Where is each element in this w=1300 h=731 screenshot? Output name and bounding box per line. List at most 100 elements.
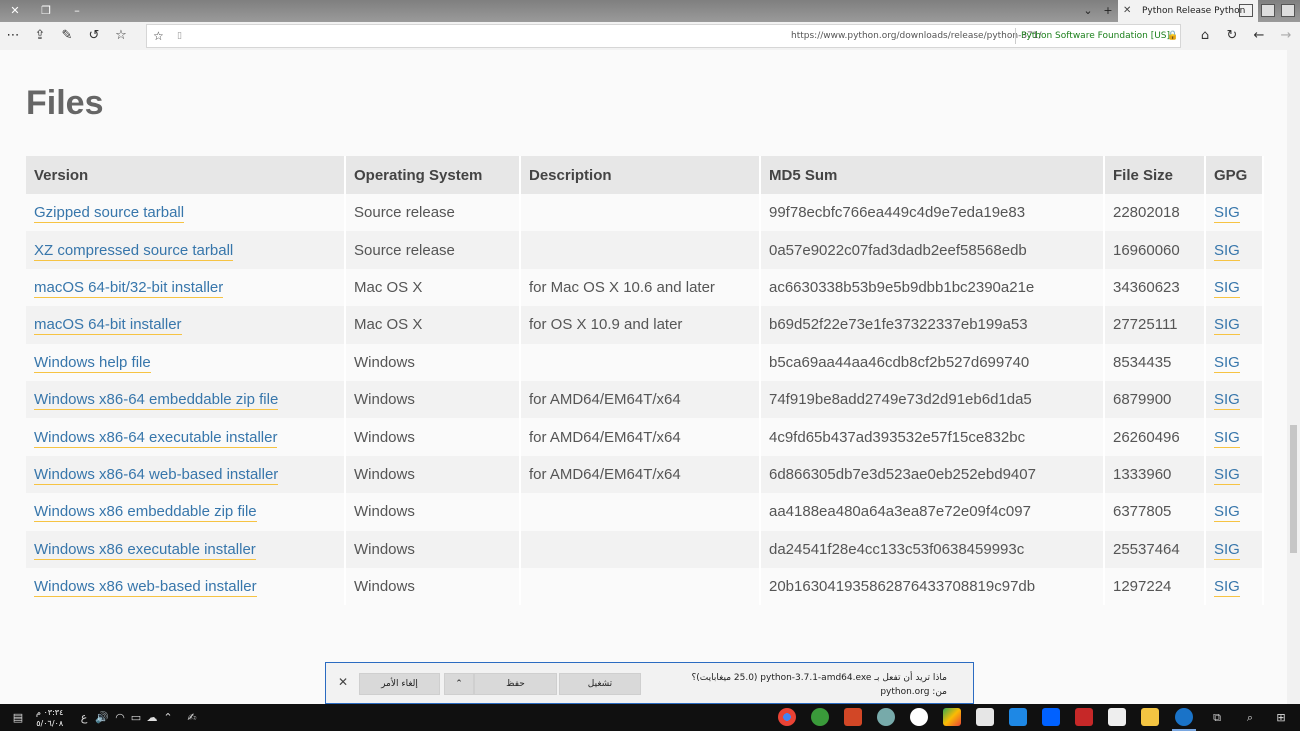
search-icon[interactable]: ⌕	[1242, 710, 1258, 726]
cell-os: Mac OS X	[345, 306, 521, 344]
table-row: Windows x86-64 web-based installer Window…	[26, 455, 1264, 494]
task-view-icon[interactable]: ⧉	[1209, 710, 1225, 726]
powerpoint-icon[interactable]	[844, 708, 862, 726]
sig-link[interactable]: SIG	[1214, 465, 1240, 485]
cell-size: 1333960	[1104, 455, 1206, 494]
share-icon[interactable]: ⇪	[31, 27, 49, 45]
minimize-icon[interactable]: –	[69, 3, 85, 19]
app-diamond-icon[interactable]	[943, 708, 961, 726]
save-button[interactable]: حفظ	[474, 673, 557, 695]
pen-icon[interactable]: ✍	[184, 710, 200, 726]
download-link[interactable]: Gzipped source tarball	[34, 204, 185, 224]
sig-link[interactable]: SIG	[1214, 391, 1240, 411]
tabs-aside-icon[interactable]	[1281, 4, 1295, 17]
cell-size: 8534435	[1104, 343, 1206, 381]
download-link[interactable]: macOS 64-bit installer	[34, 316, 182, 336]
home-icon[interactable]: ⌂	[1196, 27, 1214, 45]
certificate-label[interactable]: Python Software Foundation [US]	[1021, 25, 1170, 47]
download-link[interactable]: Windows x86-64 embeddable zip file	[34, 391, 279, 411]
download-prompt: ✕ إلغاء الأمر ⌃ حفظ تشغيل ماذا تريد أن ت…	[325, 662, 974, 704]
notes-icon[interactable]: ✎	[58, 27, 76, 45]
sig-link[interactable]: SIG	[1214, 316, 1240, 336]
cell-version: Windows help file	[26, 343, 346, 381]
file-explorer-icon[interactable]	[1141, 708, 1159, 726]
battery-icon[interactable]: ▭	[128, 710, 144, 726]
sig-link[interactable]: SIG	[1214, 428, 1240, 448]
cell-size: 6377805	[1104, 493, 1206, 531]
back-icon[interactable]: ←	[1250, 27, 1268, 45]
onedrive-icon[interactable]: ☁	[144, 710, 160, 726]
clock[interactable]: ٠٣:٣٤ م ٥/٠٦/٠٨	[36, 707, 63, 729]
cell-os: Windows	[345, 530, 521, 568]
new-tab-icon[interactable]: +	[1100, 3, 1116, 19]
download-link[interactable]: Windows x86 executable installer	[34, 540, 256, 560]
cell-os: Source release	[345, 231, 521, 269]
start-icon[interactable]: ⊞	[1273, 710, 1289, 726]
download-link[interactable]: macOS 64-bit/32-bit installer	[34, 278, 224, 298]
cancel-button[interactable]: إلغاء الأمر	[359, 673, 440, 695]
favorites-icon[interactable]: ☆	[112, 27, 130, 45]
cell-version: Windows x86 executable installer	[26, 530, 346, 568]
clock-time: ٠٣:٣٤ م	[36, 708, 64, 717]
cell-version: Windows x86 embeddable zip file	[26, 493, 346, 531]
app-bird-icon[interactable]	[877, 708, 895, 726]
cell-description: for Mac OS X 10.6 and later	[520, 268, 761, 307]
page-scrollbar[interactable]	[1287, 50, 1300, 704]
app-red-icon[interactable]	[1075, 708, 1093, 726]
more-icon[interactable]: ⋯	[4, 27, 22, 45]
volume-icon[interactable]: 🔊	[94, 710, 110, 726]
app-colorful-icon[interactable]	[910, 708, 928, 726]
cell-version: macOS 64-bit/32-bit installer	[26, 268, 346, 307]
chrome-icon[interactable]	[778, 708, 796, 726]
tab-list-icon[interactable]: ⌄	[1080, 3, 1096, 19]
sig-link[interactable]: SIG	[1214, 540, 1240, 560]
download-link[interactable]: Windows x86 embeddable zip file	[34, 503, 257, 523]
favorite-star-icon[interactable]: ☆	[153, 25, 164, 47]
sig-link[interactable]: SIG	[1214, 204, 1240, 224]
run-button[interactable]: تشغيل	[559, 673, 641, 695]
tab-preview-icon[interactable]	[1239, 4, 1253, 17]
sig-link[interactable]: SIG	[1214, 241, 1240, 261]
download-link[interactable]: Windows help file	[34, 353, 151, 373]
download-link[interactable]: Windows x86-64 web-based installer	[34, 465, 279, 485]
app-green-icon[interactable]	[811, 708, 829, 726]
wifi-icon[interactable]: ◠	[112, 710, 128, 726]
download-source: من: python.org	[880, 687, 947, 697]
notifications-icon[interactable]: ▤	[10, 710, 26, 726]
input-language[interactable]: ع	[76, 710, 92, 726]
set-aside-tabs-icon[interactable]	[1261, 4, 1275, 17]
history-icon[interactable]: ↺	[85, 27, 103, 45]
cell-size: 27725111	[1104, 306, 1206, 344]
cell-md5: 4c9fd65b437ad393532e57f15ce832bc	[760, 418, 1105, 456]
store-icon[interactable]	[1108, 708, 1126, 726]
lock-icon: 🔒	[1167, 31, 1179, 41]
scrollbar-thumb[interactable]	[1290, 425, 1297, 553]
cell-version: Windows x86 web-based installer	[26, 567, 346, 606]
restore-icon[interactable]: ❐	[38, 3, 54, 19]
sig-link[interactable]: SIG	[1214, 278, 1240, 298]
cell-gpg: SIG	[1205, 380, 1264, 419]
sig-link[interactable]: SIG	[1214, 353, 1240, 373]
download-link[interactable]: Windows x86 web-based installer	[34, 578, 257, 598]
close-icon[interactable]: ✕	[7, 3, 23, 19]
cell-version: Windows x86-64 web-based installer	[26, 455, 346, 494]
mail-icon[interactable]	[976, 708, 994, 726]
cell-description: for OS X 10.9 and later	[520, 306, 761, 344]
show-hidden-icons-icon[interactable]: ⌃	[160, 710, 176, 726]
close-tab-icon[interactable]: ✕	[1123, 0, 1131, 22]
refresh-icon[interactable]: ↻	[1223, 27, 1241, 45]
tab-python-release[interactable]: ✕ Python Release Python	[1118, 0, 1258, 22]
dropbox-icon[interactable]	[1042, 708, 1060, 726]
edge-icon[interactable]	[1175, 708, 1193, 726]
address-bar[interactable]: ☆ ▯ https://www.python.org/downloads/rel…	[146, 24, 1181, 48]
forward-icon[interactable]: →	[1277, 27, 1295, 45]
reading-view-icon[interactable]: ▯	[177, 25, 182, 47]
download-link[interactable]: Windows x86-64 executable installer	[34, 428, 278, 448]
close-icon[interactable]: ✕	[338, 675, 348, 689]
cell-gpg: SIG	[1205, 493, 1264, 531]
app-bolt-icon[interactable]	[1009, 708, 1027, 726]
download-link[interactable]: XZ compressed source tarball	[34, 241, 234, 261]
sig-link[interactable]: SIG	[1214, 503, 1240, 523]
sig-link[interactable]: SIG	[1214, 578, 1240, 598]
save-options-chevron-icon[interactable]: ⌃	[444, 673, 474, 695]
